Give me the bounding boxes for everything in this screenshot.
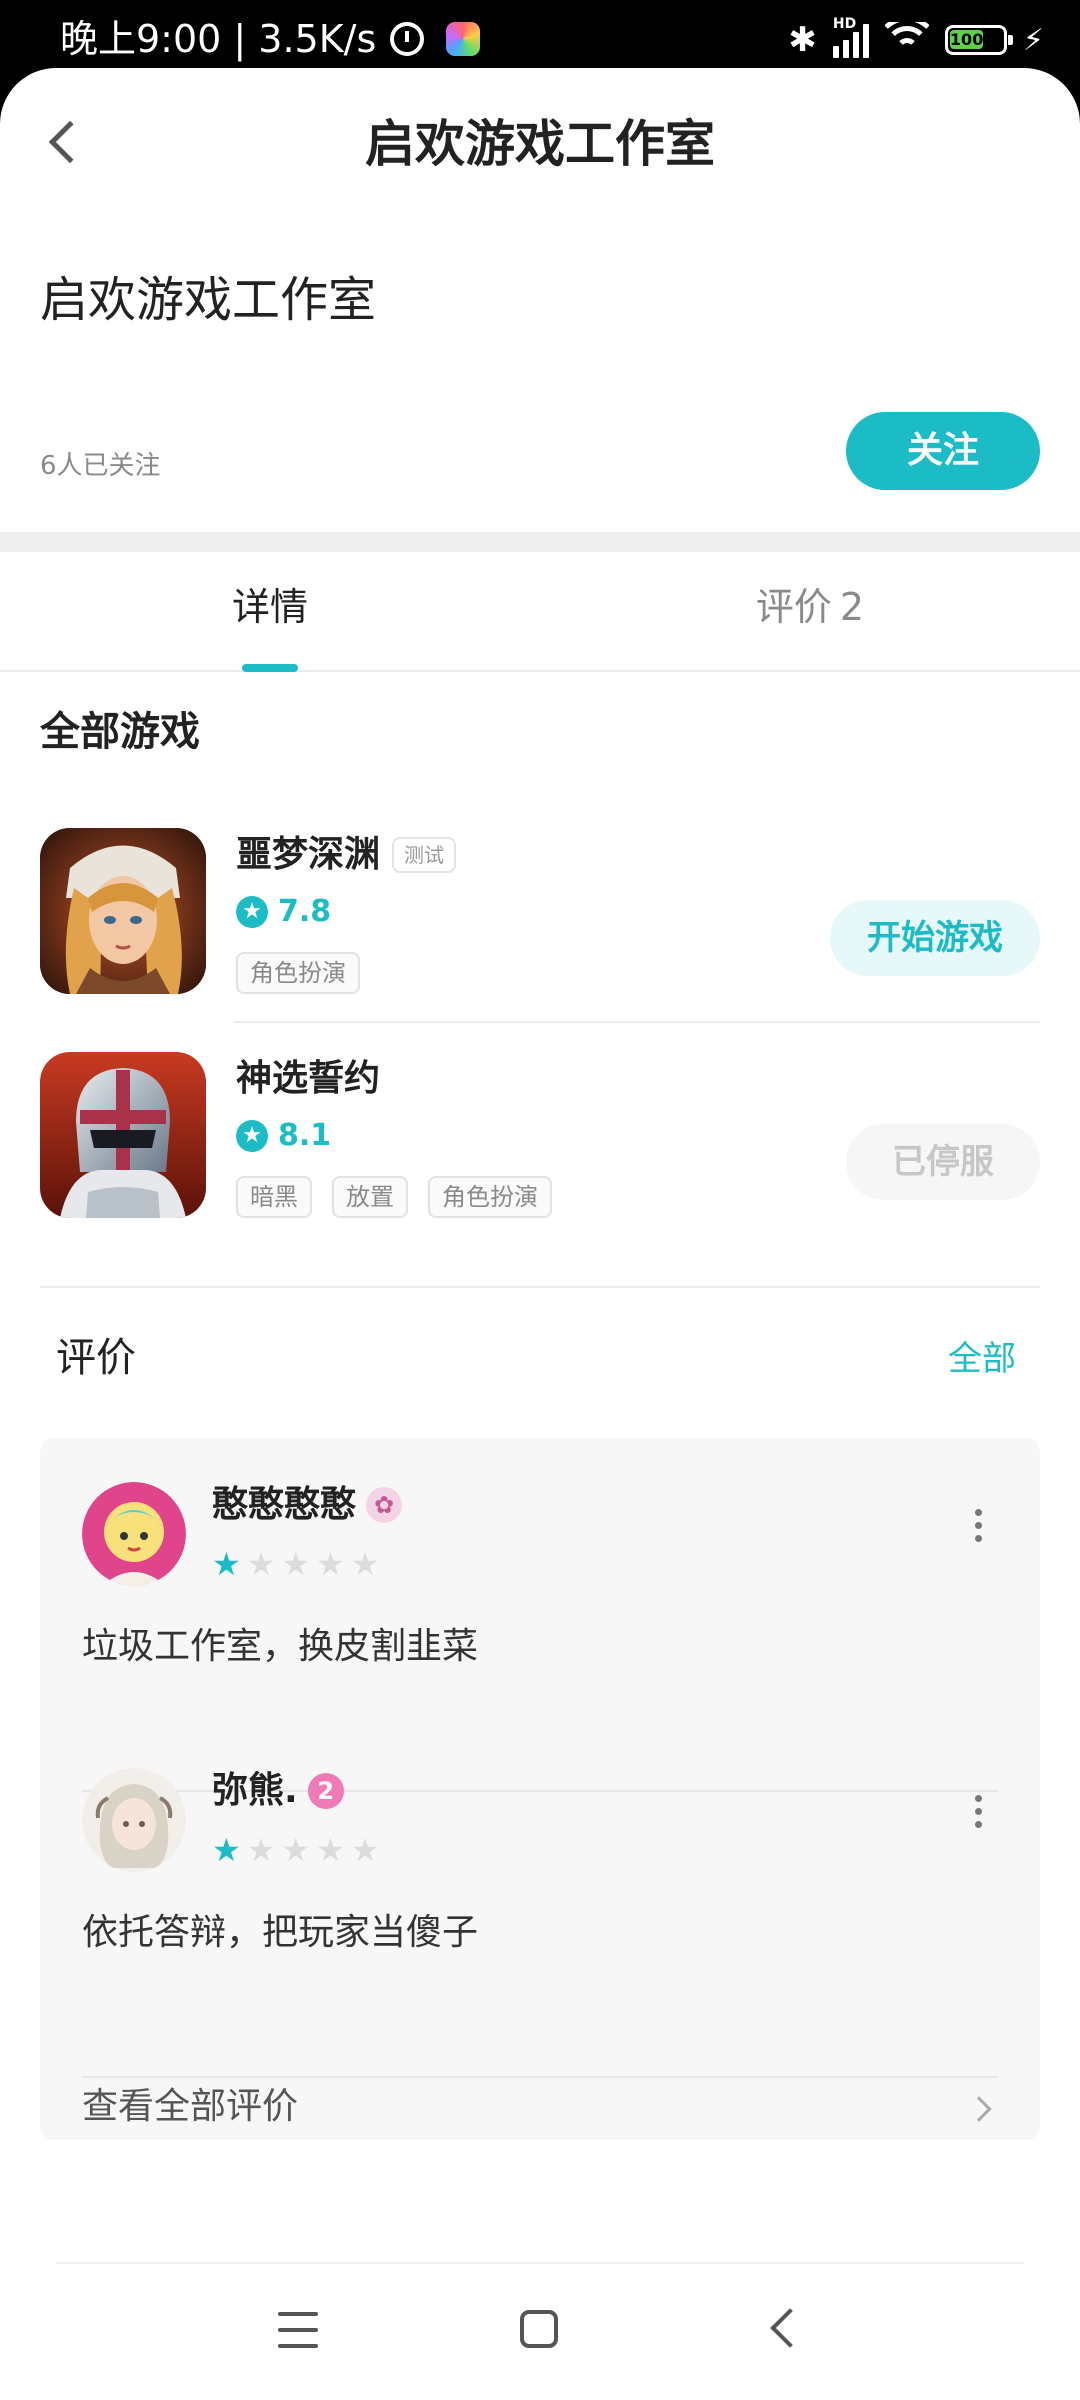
game-title: 噩梦深渊 xyxy=(236,834,381,875)
app-notification-icon xyxy=(446,22,481,56)
hd-label: HD xyxy=(832,16,857,32)
all-reviews-link[interactable]: 全部 xyxy=(948,1334,1016,1384)
reviewer-name: 弥熊. 2 xyxy=(212,1766,344,1816)
more-options-icon[interactable] xyxy=(958,1500,998,1550)
reviewer-username[interactable]: 憨憨憨憨 xyxy=(212,1480,356,1530)
battery-icon: 100 xyxy=(944,25,1013,55)
see-all-reviews-label: 查看全部评价 xyxy=(82,2086,299,2127)
star-icon: ★ xyxy=(350,1831,380,1869)
avatar[interactable] xyxy=(82,1768,186,1872)
system-nav-bar xyxy=(0,2262,1080,2400)
review-stars: ★ ★ ★ ★ ★ xyxy=(212,1832,379,1868)
tab-details[interactable]: 详情 xyxy=(170,552,370,670)
review-item[interactable]: 弥熊. 2 ★ ★ ★ ★ ★ 依托答辩，把玩家当傻子 xyxy=(82,1758,998,2038)
test-badge: 测试 xyxy=(392,837,457,873)
knight-helmet-icon[interactable] xyxy=(40,1052,206,1218)
star-icon: ★ xyxy=(246,1831,276,1869)
star-icon: ★ xyxy=(281,1545,311,1583)
review-text: 垃圾工作室，换皮割韭菜 xyxy=(82,1626,479,1667)
review-item[interactable]: 憨憨憨憨 ✿ ★ ★ ★ ★ ★ 垃圾工作室，换皮割韭菜 xyxy=(82,1472,998,1752)
game-score: 8.1 xyxy=(278,1118,332,1153)
star-icon: ★ xyxy=(246,1545,276,1583)
tab-reviews-count: 2 xyxy=(839,585,865,629)
game-tag[interactable]: 角色扮演 xyxy=(236,952,360,994)
home-icon[interactable] xyxy=(520,2310,558,2348)
game-tag[interactable]: 角色扮演 xyxy=(428,1176,552,1218)
wifi-icon xyxy=(884,22,929,58)
section-divider xyxy=(40,1286,1040,1288)
game-item[interactable]: 噩梦深渊 测试 ★ 7.8 角色扮演 开始游戏 xyxy=(40,828,1040,998)
game-tag[interactable]: 放置 xyxy=(332,1176,408,1218)
back-icon[interactable] xyxy=(770,2308,810,2348)
menu-icon[interactable] xyxy=(278,2312,318,2348)
more-options-icon[interactable] xyxy=(958,1786,998,1836)
games-section-title: 全部游戏 xyxy=(40,709,200,755)
game-score: 7.8 xyxy=(278,894,332,929)
game-tags: 暗黑 放置 角色扮演 xyxy=(236,1176,552,1218)
reviewer-username[interactable]: 弥熊. xyxy=(212,1766,298,1816)
star-icon: ★ xyxy=(316,1545,345,1583)
charging-icon: ⚡ xyxy=(1022,22,1044,58)
chevron-right-icon xyxy=(966,2096,992,2122)
follow-button[interactable]: 关注 xyxy=(846,412,1040,490)
start-game-button[interactable]: 开始游戏 xyxy=(830,900,1040,976)
game-tag[interactable]: 暗黑 xyxy=(236,1176,312,1218)
star-icon: ★ xyxy=(281,1831,311,1869)
game-item[interactable]: 神选誓约 ★ 8.1 暗黑 放置 角色扮演 已停服 xyxy=(40,1052,1040,1222)
game-rating: ★ 8.1 xyxy=(236,1116,331,1156)
game-divider xyxy=(234,1021,1040,1023)
tab-reviews-label: 评价 xyxy=(755,585,832,629)
tab-details-label: 详情 xyxy=(231,585,308,629)
studio-page: 启欢游戏工作室 启欢游戏工作室 6人已关注 关注 详情 评价 2 全部游戏 噩梦… xyxy=(0,68,1080,2400)
alarm-icon xyxy=(390,22,425,56)
status-left: 晚上9:00 | 3.5K/s xyxy=(60,14,481,64)
page-title: 启欢游戏工作室 xyxy=(365,115,715,173)
game-title: 神选誓约 xyxy=(236,1058,381,1099)
battery-level: 100 xyxy=(949,30,984,49)
star-icon: ★ xyxy=(236,896,268,928)
signal-icon: HD xyxy=(832,16,869,58)
review-stars: ★ ★ ★ ★ ★ xyxy=(212,1546,379,1582)
studio-name: 启欢游戏工作室 xyxy=(40,272,377,328)
star-icon: ★ xyxy=(350,1545,380,1583)
game-name: 神选誓约 xyxy=(236,1054,380,1104)
nav-divider xyxy=(56,2262,1024,2264)
game-name: 噩梦深渊 测试 xyxy=(236,830,457,880)
reviews-section-title: 评价 xyxy=(56,1335,136,1381)
section-gap xyxy=(0,532,1080,552)
game-rating: ★ 7.8 xyxy=(236,892,331,932)
tab-reviews[interactable]: 评价 2 xyxy=(710,552,910,670)
see-all-reviews-button[interactable]: 查看全部评价 xyxy=(82,2078,998,2140)
review-text: 依托答辩，把玩家当傻子 xyxy=(82,1912,479,1953)
avatar[interactable] xyxy=(82,1482,186,1586)
reviewer-name: 憨憨憨憨 ✿ xyxy=(212,1480,403,1530)
user-level-badge: 2 xyxy=(307,1773,344,1809)
star-icon: ★ xyxy=(212,1831,241,1869)
user-badge-icon: ✿ xyxy=(366,1487,403,1523)
top-bar: 启欢游戏工作室 xyxy=(0,68,1080,218)
tab-bar: 详情 评价 2 xyxy=(0,552,1080,672)
active-tab-indicator xyxy=(242,664,298,672)
reviews-card: 憨憨憨憨 ✿ ★ ★ ★ ★ ★ 垃圾工作室，换皮割韭菜 弥熊. 2 ★ ★ ★… xyxy=(40,1438,1040,2140)
game-tags: 角色扮演 xyxy=(236,952,360,994)
status-right: ✱ HD 100 ⚡ xyxy=(788,16,1044,62)
game-portrait-icon[interactable] xyxy=(40,828,206,994)
bluetooth-icon: ✱ xyxy=(788,20,817,60)
service-stopped-button[interactable]: 已停服 xyxy=(846,1124,1040,1200)
follower-count: 6人已关注 xyxy=(40,451,161,481)
star-icon: ★ xyxy=(236,1120,268,1152)
star-icon: ★ xyxy=(212,1545,241,1583)
status-time-speed: 晚上9:00 | 3.5K/s xyxy=(60,17,377,61)
star-icon: ★ xyxy=(316,1831,345,1869)
